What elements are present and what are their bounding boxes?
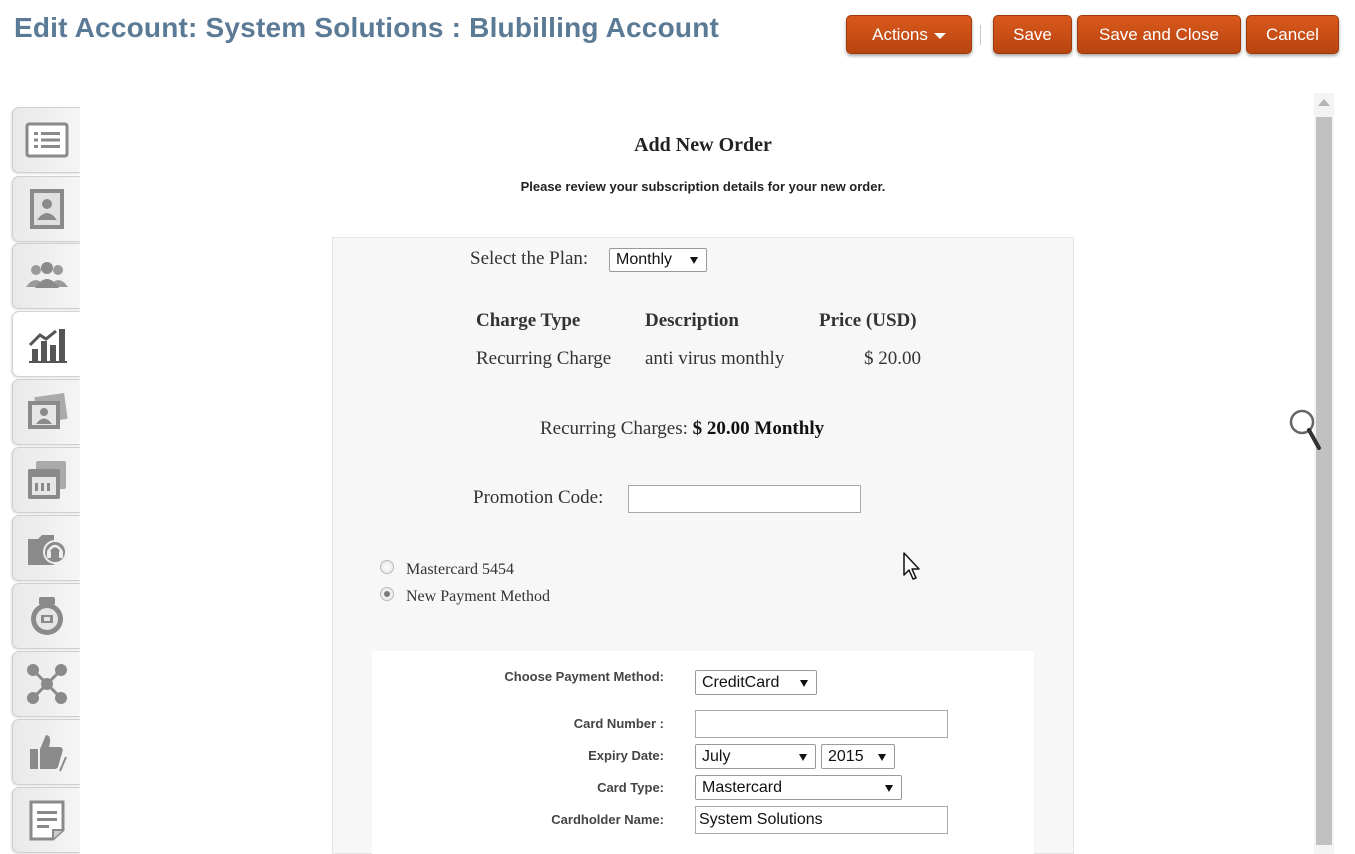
expiry-year-value: 2015	[828, 747, 864, 765]
note-icon	[29, 800, 64, 841]
payment-method-select[interactable]: CreditCard	[695, 670, 817, 695]
card-type-value: Mastercard	[702, 778, 783, 796]
dropdown-arrow-icon	[799, 753, 807, 761]
expiry-year-select[interactable]: 2015	[821, 744, 895, 769]
payment-method-value: CreditCard	[702, 673, 780, 691]
product-icon	[30, 597, 63, 635]
side-tab-team[interactable]	[12, 243, 80, 309]
plan-label: Select the Plan:	[470, 248, 589, 269]
scroll-up-arrow-icon[interactable]	[1318, 99, 1330, 106]
side-tab-support[interactable]	[12, 515, 80, 581]
cell-charge-type: Recurring Charge	[476, 348, 612, 369]
thumbs-up-icon	[29, 735, 67, 772]
dropdown-arrow-icon	[885, 784, 893, 792]
promotion-code-label: Promotion Code:	[473, 487, 604, 508]
contact-card-icon	[29, 189, 64, 229]
expiry-month-select[interactable]: July	[695, 744, 816, 769]
magnifier-cursor-icon	[1289, 409, 1321, 450]
promotion-code-input[interactable]	[628, 485, 861, 513]
bar-chart-icon	[28, 329, 67, 363]
order-subtitle: Please review your subscription details …	[520, 179, 886, 194]
page-title: Edit Account: System Solutions : Blubill…	[14, 12, 720, 43]
column-header-price: Price (USD)	[819, 310, 917, 331]
card-type-label: Card Type:	[597, 780, 664, 795]
radio-new-payment-method[interactable]	[380, 587, 394, 601]
dropdown-arrow-icon	[878, 753, 886, 761]
actions-button[interactable]: Actions	[846, 15, 972, 54]
scroll-thumb[interactable]	[1316, 117, 1332, 845]
vertical-scrollbar[interactable]	[1314, 93, 1334, 854]
order-title: Add New Order	[634, 134, 772, 156]
group-icon	[25, 262, 68, 288]
side-tab-feedback[interactable]	[12, 719, 80, 785]
column-header-description: Description	[645, 310, 739, 331]
expiry-month-value: July	[702, 747, 731, 765]
cell-description: anti virus monthly	[645, 348, 785, 369]
dropdown-arrow-icon	[690, 257, 698, 264]
plan-select-value: Monthly	[616, 251, 673, 268]
expiry-date-label: Expiry Date:	[588, 748, 664, 763]
toolbar-divider	[980, 25, 981, 45]
side-tab-network[interactable]	[12, 651, 80, 717]
side-tab-details[interactable]	[12, 107, 80, 173]
side-tab-calendar[interactable]	[12, 447, 80, 513]
cell-price: $ 20.00	[864, 348, 921, 369]
recurring-charges-value: $ 20.00 Monthly	[692, 418, 825, 439]
side-tab-notes[interactable]	[12, 787, 80, 853]
network-icon	[26, 664, 67, 704]
folder-support-icon	[27, 535, 67, 565]
radio-existing-card[interactable]	[380, 560, 394, 574]
cardholder-name-input[interactable]: System Solutions	[695, 806, 948, 834]
recurring-charges-label: Recurring Charges:	[540, 418, 688, 439]
contacts-icon	[27, 393, 68, 429]
save-and-close-button[interactable]: Save and Close	[1077, 15, 1241, 54]
actions-button-label: Actions	[872, 24, 928, 44]
card-number-input[interactable]	[695, 710, 948, 738]
column-header-charge-type: Charge Type	[476, 310, 581, 331]
cardholder-name-label: Cardholder Name:	[551, 812, 664, 827]
recurring-charges: Recurring Charges: $ 20.00 Monthly	[540, 418, 824, 440]
side-tab-contacts[interactable]	[12, 379, 80, 445]
side-tab-products[interactable]	[12, 583, 80, 649]
card-number-label: Card Number :	[573, 716, 664, 731]
radio-existing-card-label: Mastercard 5454	[406, 561, 514, 578]
cancel-button[interactable]: Cancel	[1246, 15, 1339, 54]
payment-method-label: Choose Payment Method:	[504, 669, 664, 684]
side-tab-contact[interactable]	[12, 176, 80, 242]
list-icon	[25, 122, 68, 158]
dropdown-arrow-icon	[800, 679, 808, 687]
caret-down-icon	[933, 32, 946, 39]
mouse-pointer-icon	[903, 552, 920, 580]
calendar-icon	[27, 461, 66, 499]
side-tab-billing[interactable]	[12, 311, 80, 377]
card-type-select[interactable]: Mastercard	[695, 775, 902, 800]
radio-new-payment-method-label: New Payment Method	[406, 588, 550, 605]
plan-select[interactable]: Monthly	[609, 248, 707, 272]
save-button[interactable]: Save	[993, 15, 1072, 54]
